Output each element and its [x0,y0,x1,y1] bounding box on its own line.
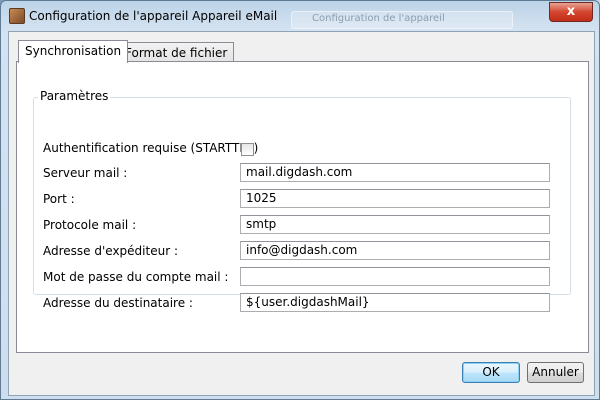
recipient-input[interactable]: ${user.digdashMail} [240,293,550,312]
app-icon [9,8,25,24]
dialog-client-area: Synchronisation Format de fichier Paramè… [8,31,595,396]
cancel-button[interactable]: Annuler [527,362,584,383]
ok-button[interactable]: OK [462,362,520,383]
server-label: Serveur mail : [43,166,128,180]
password-label: Mot de passe du compte mail : [43,270,229,284]
recipient-label: Adresse du destinataire : [43,296,193,310]
dialog-window: Configuration de l'appareil Appareil eMa… [0,0,600,400]
close-button[interactable]: x [549,2,593,22]
sender-label: Adresse d'expéditeur : [43,244,178,258]
auth-label: Authentification requise (STARTTLS) [43,141,259,155]
group-title: Paramètres [38,89,111,103]
server-input[interactable]: mail.digdash.com [240,163,550,182]
protocol-label: Protocole mail : [43,218,137,232]
tab-synchronisation[interactable]: Synchronisation [18,40,129,63]
tab-format-de-fichier[interactable]: Format de fichier [118,42,235,63]
starttls-checkbox[interactable] [241,143,254,156]
background-window-title: Configuration de l'appareil [291,11,513,29]
protocol-input[interactable]: smtp [240,215,550,234]
title-bar[interactable]: Configuration de l'appareil Appareil eMa… [1,1,599,31]
tab-panel-synchronisation: Paramètres Authentification requise (STA… [16,61,589,353]
port-label: Port : [43,192,75,206]
port-input[interactable]: 1025 [240,189,550,208]
sender-input[interactable]: info@digdash.com [240,241,550,260]
window-title: Configuration de l'appareil Appareil eMa… [29,9,278,23]
close-icon: x [566,4,576,19]
password-input[interactable] [240,267,550,286]
